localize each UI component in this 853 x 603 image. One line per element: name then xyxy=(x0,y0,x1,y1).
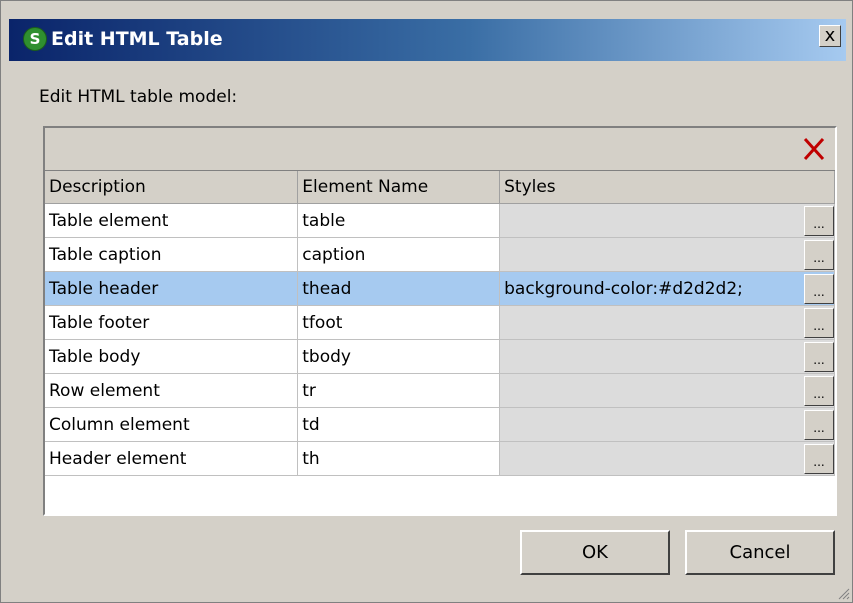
edit-styles-button[interactable]: ... xyxy=(804,375,834,406)
element-name-cell[interactable]: th xyxy=(297,441,501,476)
element-name-cell[interactable]: thead xyxy=(297,271,501,306)
table-row[interactable]: Table caption caption... xyxy=(45,237,835,272)
resize-grip-icon[interactable] xyxy=(836,586,850,600)
edit-styles-button[interactable]: ... xyxy=(804,409,834,440)
ok-button[interactable]: OK xyxy=(520,530,670,575)
description-cell[interactable]: Table footer xyxy=(45,305,299,340)
window-title: Edit HTML Table xyxy=(51,28,223,50)
table-model-panel: Description Element Name Styles Table el… xyxy=(43,126,837,516)
column-header-element-name[interactable]: Element Name xyxy=(297,171,501,204)
header-row: Description Element Name Styles xyxy=(45,171,835,204)
styles-cell-content: ... xyxy=(500,204,834,237)
styles-cell[interactable]: ... xyxy=(499,339,835,374)
description-cell[interactable]: Column element xyxy=(45,407,299,442)
table-model-label: Edit HTML table model: xyxy=(39,87,238,107)
close-button[interactable]: x xyxy=(819,25,841,47)
edit-styles-button[interactable]: ... xyxy=(804,307,834,338)
description-cell[interactable]: Header element xyxy=(45,441,299,476)
edit-html-table-dialog: S Edit HTML Table x Edit HTML table mode… xyxy=(0,0,853,603)
table-row[interactable]: Table body tbody... xyxy=(45,339,835,374)
edit-styles-button[interactable]: ... xyxy=(804,443,834,474)
table-row[interactable]: Row element tr... xyxy=(45,373,835,408)
description-cell[interactable]: Table body xyxy=(45,339,299,374)
styles-cell[interactable]: ... xyxy=(499,373,835,408)
styles-value: background-color:#d2d2d2; xyxy=(504,278,743,299)
delete-icon[interactable] xyxy=(799,133,829,165)
element-name-cell[interactable]: td xyxy=(297,407,501,442)
element-name-cell[interactable]: caption xyxy=(297,237,501,272)
styles-cell-content: ... xyxy=(500,374,834,407)
edit-styles-button[interactable]: ... xyxy=(804,341,834,372)
description-cell[interactable]: Table header xyxy=(45,271,299,306)
edit-styles-button[interactable]: ... xyxy=(804,205,834,236)
table-row[interactable]: Header element th... xyxy=(45,441,835,476)
table-row[interactable]: Table header thead background-color:#d2d2d… xyxy=(45,271,835,306)
styles-cell-content: background-color:#d2d2d2;... xyxy=(500,272,834,305)
styles-cell[interactable]: ... xyxy=(499,407,835,442)
element-name-cell[interactable]: tfoot xyxy=(297,305,501,340)
table-row[interactable]: Table element table... xyxy=(45,203,835,238)
styles-cell-content: ... xyxy=(500,442,834,475)
description-cell[interactable]: Table caption xyxy=(45,237,299,272)
element-name-cell[interactable]: tbody xyxy=(297,339,501,374)
element-name-cell[interactable]: table xyxy=(297,203,501,238)
styles-cell-content: ... xyxy=(500,306,834,339)
edit-styles-button[interactable]: ... xyxy=(804,239,834,270)
cancel-button[interactable]: Cancel xyxy=(685,530,835,575)
description-cell[interactable]: Row element xyxy=(45,373,299,408)
edit-styles-button[interactable]: ... xyxy=(804,273,834,304)
table-row[interactable]: Column element td... xyxy=(45,407,835,442)
table-row[interactable]: Table footer tfoot... xyxy=(45,305,835,340)
styles-cell[interactable]: ... xyxy=(499,441,835,476)
styles-cell[interactable]: ... xyxy=(499,305,835,340)
styles-cell[interactable]: ... xyxy=(499,237,835,272)
styles-cell-content: ... xyxy=(500,408,834,441)
styles-cell-content: ... xyxy=(500,340,834,373)
element-name-cell[interactable]: tr xyxy=(297,373,501,408)
column-header-styles[interactable]: Styles xyxy=(499,171,835,204)
description-cell[interactable]: Table element xyxy=(45,203,299,238)
styles-cell[interactable]: ... xyxy=(499,203,835,238)
table-model-grid: Description Element Name Styles Table el… xyxy=(45,171,835,476)
app-icon: S xyxy=(23,27,47,51)
styles-cell[interactable]: background-color:#d2d2d2;... xyxy=(499,271,835,306)
styles-cell-content: ... xyxy=(500,238,834,271)
column-header-description[interactable]: Description xyxy=(45,171,299,204)
table-toolbar xyxy=(45,128,835,171)
